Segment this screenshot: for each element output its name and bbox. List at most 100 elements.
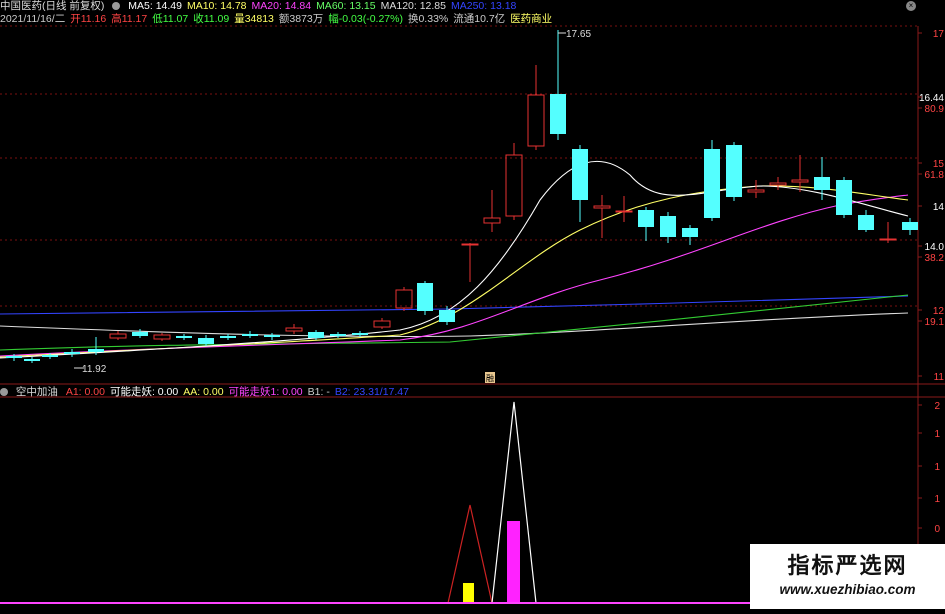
candle-body: [220, 336, 236, 338]
candle-body: [176, 336, 192, 338]
quote-value-9: 流通10.7亿: [453, 13, 506, 25]
quote-value-4: 收11.09: [193, 13, 230, 25]
quote-value-5: 量34813: [234, 13, 274, 25]
indicator-tick: 2: [934, 401, 940, 412]
candle-body: [879, 238, 897, 241]
low-label: 11.92: [82, 364, 107, 375]
stock-name[interactable]: 中国医药(日线 前复权): [0, 0, 104, 12]
quote-row: 2021/11/16/二 开11.16 高11.17 低11.07 收11.09 量348…: [0, 13, 557, 26]
annotations: 17.65 11.92 融: [74, 29, 591, 383]
candle-body: [660, 216, 676, 237]
ma-value-2: MA20: 14.84: [251, 0, 312, 12]
candle-body: [352, 333, 368, 335]
candle-body: [417, 283, 433, 311]
high-label: 17.65: [566, 29, 591, 40]
candle-body: [902, 222, 918, 230]
indicator-header: 空中加油 A1: 0.00 可能走妖: 0.00 AA: 0.00 可能走妖1: 0.…: [0, 386, 419, 399]
indicator-tick: 0: [934, 524, 940, 535]
ma-value-0: MA5: 14.49: [128, 0, 182, 12]
quote-value-3: 低11.07: [152, 13, 189, 25]
indicator-tick: 1: [934, 429, 940, 440]
candle-body: [704, 149, 720, 218]
candle-body: [747, 189, 765, 193]
marker-label: 融: [486, 373, 494, 383]
quote-value-7: 幅-0.03(-0.27%): [328, 13, 403, 25]
candlestick-chart[interactable]: 1716.4480.91561.81414.038.21219.111 17.6…: [0, 0, 945, 609]
candle-body: [285, 327, 303, 332]
indicator-value-2: AA: 0.00: [183, 386, 224, 398]
candle-body: [264, 335, 280, 337]
candle-body: [109, 333, 127, 339]
ma20-line: [0, 194, 909, 357]
candle-body: [439, 310, 455, 322]
candle-body: [242, 334, 258, 336]
candle-body: [726, 145, 742, 197]
indicator-value-0: A1: 0.00: [65, 386, 105, 398]
candle-body: [858, 215, 874, 230]
indicator-value-3: 可能走妖1: 0.00: [228, 386, 303, 398]
price-tick: 14: [933, 202, 945, 213]
yellow-bar: [463, 583, 474, 603]
candle-body: [88, 349, 104, 352]
candle-body: [615, 210, 633, 213]
watermark-title: 指标严选网: [787, 553, 908, 578]
candle-body: [461, 243, 479, 246]
header-row: 中国医药(日线 前复权) MA5: 14.49 MA10: 14.78 MA20: …: [0, 0, 526, 13]
candle-body: [505, 154, 523, 217]
watermark-url: www.xuezhibiao.com: [779, 582, 916, 597]
ma60-line: [0, 294, 909, 351]
price-tick: 17: [933, 29, 945, 40]
candle-body: [527, 94, 545, 147]
indicator-name[interactable]: 空中加油: [16, 386, 58, 398]
candle-body: [814, 177, 830, 190]
candles: [6, 30, 918, 363]
quote-value-1: 开11.16: [70, 13, 107, 25]
indicator-dot-icon[interactable]: [0, 388, 8, 396]
quote-value-10: 医药商业: [510, 13, 553, 25]
price-tick: 12: [933, 306, 945, 317]
quote-value-6: 额3873万: [278, 13, 324, 25]
indicator-tick: 1: [934, 494, 940, 505]
quote-value-8: 换0.33%: [407, 13, 449, 25]
moving-averages: [0, 160, 909, 359]
quote-value-0: 2021/11/16/二: [0, 13, 66, 25]
candle-body: [593, 205, 611, 209]
indicator-axis: 211100: [918, 401, 940, 567]
price-axis: 17 16.4480.9 1561.8 14 14.038.2 1219.1 11: [918, 29, 944, 383]
candle-body: [24, 359, 40, 361]
candle-body: [132, 332, 148, 336]
indicator-tick: 1: [934, 462, 940, 473]
chart-stage[interactable]: 17 16.44 80.9 15 61.8 14 14.0 38.2 12 19.1 11 17.6…: [0, 0, 945, 609]
candle-body: [395, 289, 413, 309]
candle-body: [6, 356, 22, 358]
price-tick: 61.8: [925, 170, 945, 181]
candle-body: [198, 338, 214, 344]
price-tick: 16.44: [919, 93, 944, 104]
candle-body: [373, 320, 391, 328]
indicator-value-1: 可能走妖: 0.00: [109, 386, 179, 398]
candle-body: [836, 180, 852, 215]
candle-body: [330, 334, 346, 336]
price-tick: 80.9: [925, 104, 945, 115]
price-tick: 11: [934, 372, 945, 383]
price-tick: 14.0: [925, 242, 945, 253]
candle-body: [42, 355, 58, 357]
candle-body: [572, 149, 588, 200]
ma-value-4: MA120: 12.85: [380, 0, 446, 12]
candle-body: [769, 182, 787, 186]
candle-body: [550, 94, 566, 134]
candle-body: [638, 210, 654, 227]
magenta-bar: [507, 521, 520, 603]
price-tick: 19.1: [925, 317, 945, 328]
ma-value-5: MA250: 13.18: [451, 0, 517, 12]
ma-value-1: MA10: 14.78: [186, 0, 247, 12]
ma5-line: [0, 160, 909, 359]
close-icon[interactable]: ×: [906, 1, 916, 11]
settings-dot-icon[interactable]: [112, 2, 121, 10]
indicator-value-4: B1: -: [307, 386, 330, 398]
indicator-value-5: B2: 23.31/17.47: [334, 386, 409, 398]
price-tick: 38.2: [925, 253, 945, 264]
candle-body: [308, 332, 324, 338]
quote-value-2: 高11.17: [111, 13, 148, 25]
candle-body: [682, 228, 698, 237]
